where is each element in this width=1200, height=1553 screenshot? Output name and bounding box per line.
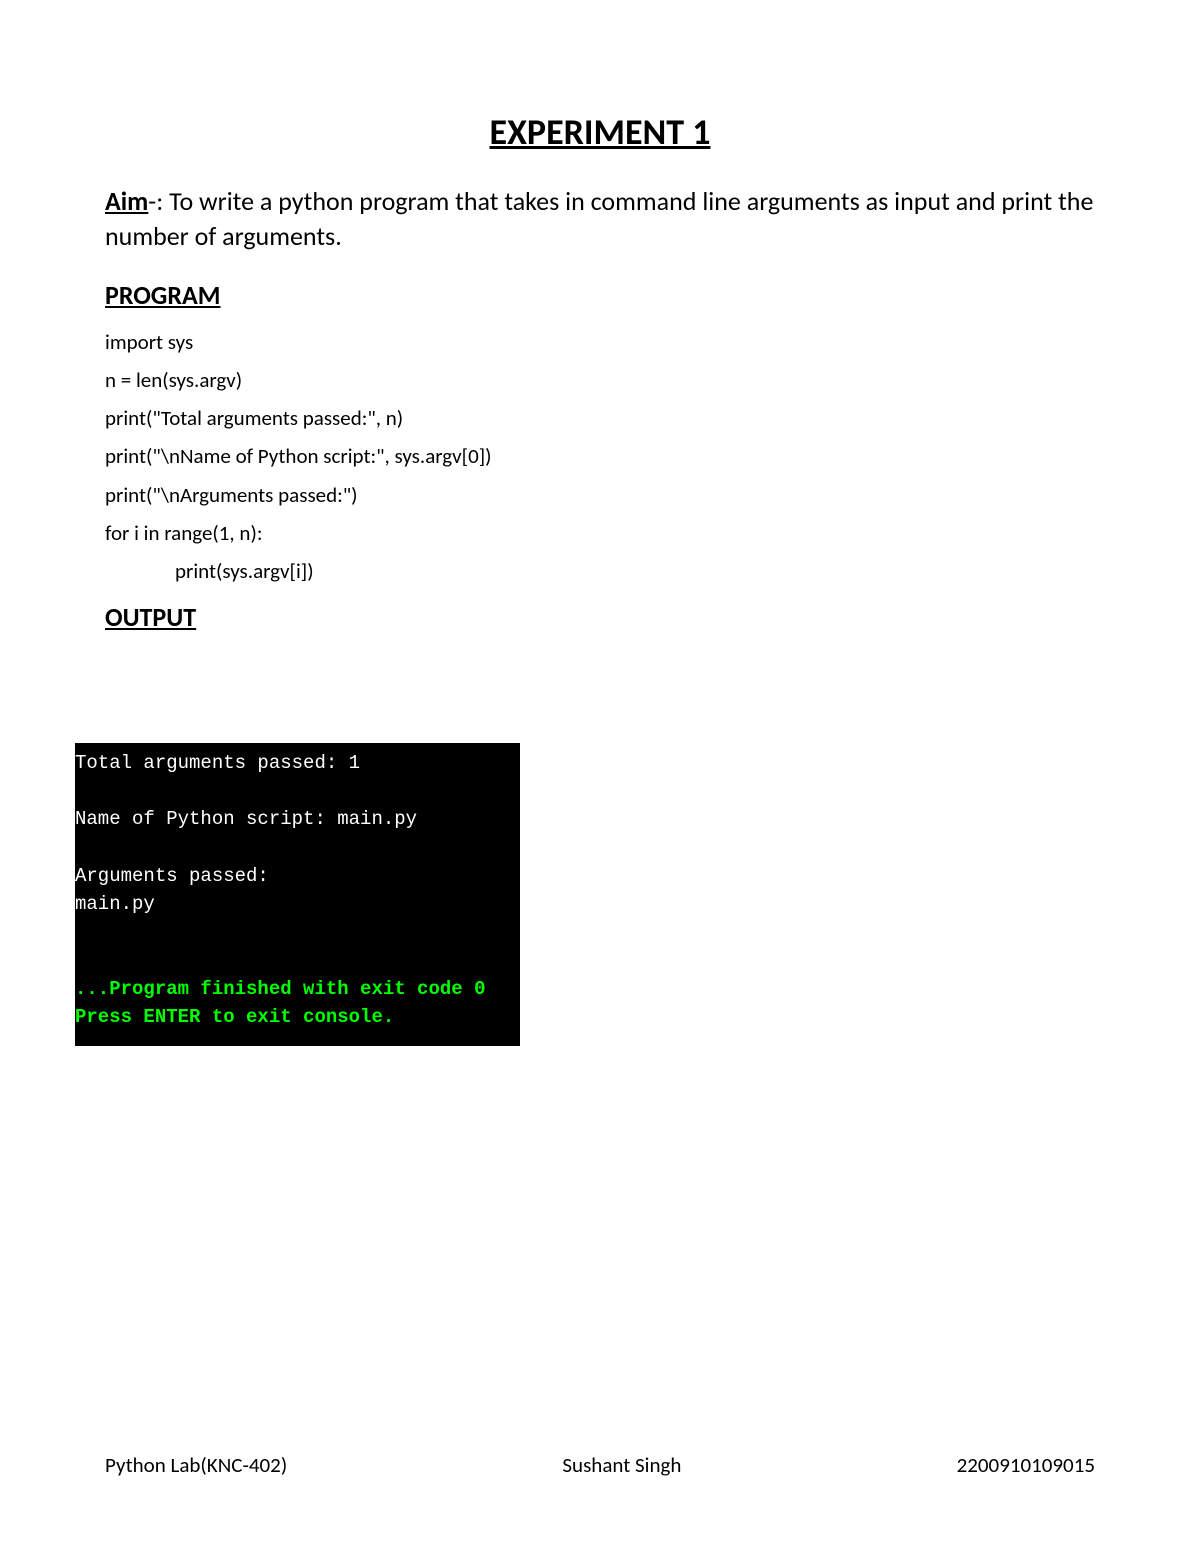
code-line: print("\nArguments passed:") xyxy=(105,484,1095,507)
terminal-line: Name of Python script: main.py xyxy=(75,805,516,834)
code-line: import sys xyxy=(105,331,1095,354)
program-heading: PROGRAM xyxy=(105,279,1095,311)
code-line: n = len(sys.argv) xyxy=(105,369,1095,392)
code-line: print("\nName of Python script:", sys.ar… xyxy=(105,445,1095,468)
footer-course: Python Lab(KNC-402) xyxy=(105,1452,287,1478)
page-footer: Python Lab(KNC-402) Sushant Singh 220091… xyxy=(105,1452,1095,1478)
experiment-title: EXPERIMENT 1 xyxy=(105,110,1095,154)
footer-author: Sushant Singh xyxy=(562,1452,681,1478)
aim-text: -: To write a python program that takes … xyxy=(105,185,1093,252)
code-line: print(sys.argv[i]) xyxy=(105,560,1095,583)
program-code: import sys n = len(sys.argv) print("Tota… xyxy=(105,331,1095,583)
output-heading: OUTPUT xyxy=(105,601,1095,633)
aim-paragraph: Aim-: To write a python program that tak… xyxy=(105,184,1095,254)
terminal-line: Arguments passed: xyxy=(75,862,516,891)
terminal-line-status: ...Program finished with exit code 0 xyxy=(75,975,516,1004)
document-page: EXPERIMENT 1 Aim-: To write a python pro… xyxy=(0,0,1200,1046)
terminal-blank xyxy=(75,947,516,975)
terminal-line: Total arguments passed: 1 xyxy=(75,749,516,778)
terminal-line: main.py xyxy=(75,890,516,919)
code-line: for i in range(1, n): xyxy=(105,522,1095,545)
terminal-blank xyxy=(75,777,516,805)
terminal-blank xyxy=(75,834,516,862)
terminal-blank xyxy=(75,919,516,947)
terminal-line-status: Press ENTER to exit console. xyxy=(75,1003,516,1032)
footer-id: 2200910109015 xyxy=(957,1452,1095,1478)
code-line: print("Total arguments passed:", n) xyxy=(105,407,1095,430)
terminal-output: Total arguments passed: 1 Name of Python… xyxy=(75,743,520,1046)
aim-label: Aim xyxy=(105,185,148,217)
